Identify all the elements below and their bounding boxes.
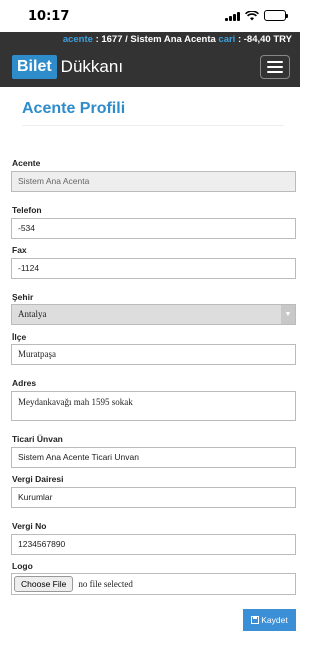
fax-input[interactable]: -1124 [11, 258, 296, 279]
account-info-bar: acente : 1677 / Sistem Ana Acenta cari :… [0, 32, 300, 48]
tax-no-input[interactable]: 1234567890 [11, 534, 296, 555]
agency-field: Sistem Ana Acenta [11, 171, 296, 192]
phone-label: Telefon [12, 205, 42, 215]
address-textarea[interactable]: Meydankavağı mah 1595 sokak [11, 391, 296, 421]
phone-input[interactable]: -534 [11, 218, 296, 239]
brand-first: Bilet [12, 55, 57, 79]
brand-logo[interactable]: Bilet Dükkanı [12, 55, 123, 79]
logo-file-input: Choose File no file selected [11, 573, 296, 595]
brand-second: Dükkanı [60, 57, 124, 76]
trade-name-label: Ticari Ünvan [12, 434, 63, 444]
status-bar: 10:17 [0, 0, 300, 32]
agency-key: acente [62, 34, 93, 45]
city-select[interactable]: Antalya ▼ [11, 304, 296, 325]
hamburger-menu-button[interactable] [260, 55, 290, 79]
tax-office-label: Vergi Dairesi [12, 474, 64, 484]
save-button[interactable]: Kaydet [243, 609, 296, 631]
page-title: Acente Profili [22, 100, 126, 117]
agency-value: : 1677 / Sistem Ana Acenta [95, 34, 216, 45]
status-icons [225, 10, 288, 21]
logo-label: Logo [12, 561, 33, 571]
agency-label: Acente [12, 158, 41, 168]
hamburger-menu-icon [267, 61, 283, 63]
file-status-text: no file selected [78, 579, 133, 589]
trade-name-input[interactable]: Sistem Ana Acente Ticari Unvan [11, 447, 296, 468]
account-key: cari [218, 34, 236, 45]
tax-office-input[interactable]: Kurumlar [11, 487, 296, 508]
address-label: Adres [12, 378, 37, 388]
tax-no-label: Vergi No [12, 521, 47, 531]
save-button-label: Kaydet [261, 615, 288, 625]
fax-label: Fax [12, 245, 27, 255]
city-selected-value: Antalya [18, 309, 47, 319]
chevron-down-icon: ▼ [281, 305, 295, 324]
district-input[interactable]: Muratpaşa [11, 344, 296, 365]
floppy-disk-icon [251, 616, 260, 624]
battery-icon [264, 10, 288, 21]
account-balance: : -84,40 TRY [237, 34, 292, 45]
city-label: Şehir [12, 292, 34, 302]
choose-file-button[interactable]: Choose File [14, 576, 74, 592]
navbar: Bilet Dükkanı [0, 48, 300, 87]
wifi-icon [245, 10, 259, 20]
district-label: İlçe [12, 332, 27, 342]
status-time: 10:17 [28, 9, 70, 24]
cellular-signal-icon [225, 11, 240, 21]
title-divider [22, 125, 284, 126]
